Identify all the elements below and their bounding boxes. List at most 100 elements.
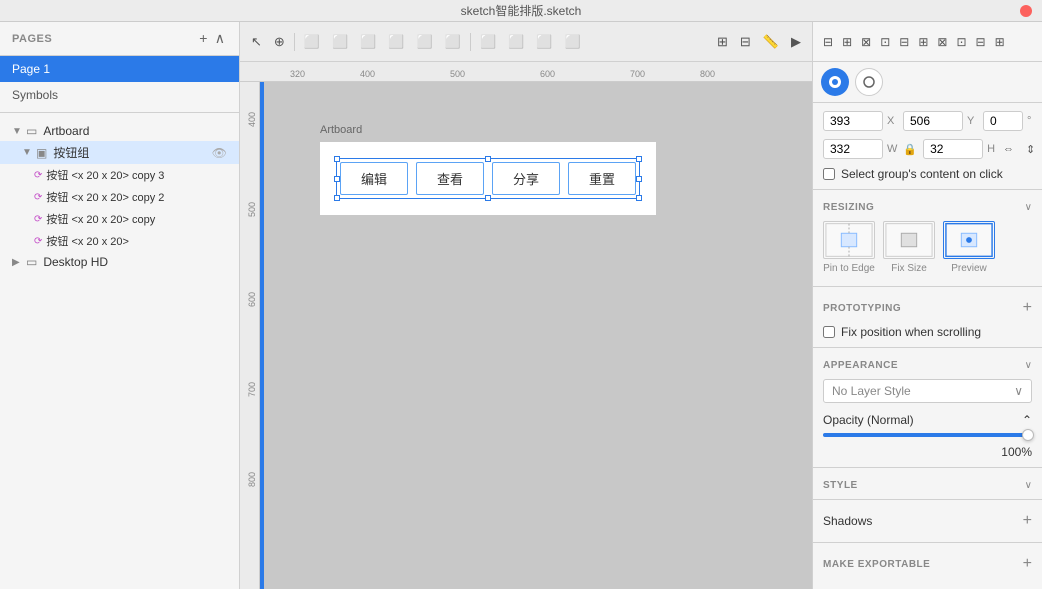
border-tab[interactable] (855, 68, 883, 96)
rp-btn-3[interactable]: ⊠ (857, 32, 875, 52)
opacity-slider-track[interactable] (823, 433, 1032, 437)
page-item-symbols[interactable]: Symbols (0, 82, 239, 108)
divider-3 (813, 347, 1042, 348)
group-icon: ▣ (36, 146, 47, 160)
rp-btn-7[interactable]: ⊠ (933, 32, 951, 52)
symbol-icon: ⟳ (34, 170, 42, 181)
layer-item-artboard[interactable]: ▼ ▭ Artboard (0, 121, 239, 141)
make-exportable-row[interactable]: MAKE EXPORTABLE + (813, 547, 1042, 581)
rp-btn-5[interactable]: ⊟ (895, 32, 913, 52)
canvas-button-share[interactable]: 分享 (492, 162, 560, 195)
pages-label: PAGES (12, 33, 52, 45)
handle-bc[interactable] (485, 195, 491, 201)
symbol-icon: ⟳ (34, 192, 42, 203)
artboard-label: Artboard (320, 124, 362, 136)
preview-label: Preview (951, 263, 987, 274)
canvas-button-reset[interactable]: 重置 (568, 162, 636, 195)
rp-btn-1[interactable]: ⊟ (819, 32, 837, 52)
layer-item-desktop-hd[interactable]: ▶ ▭ Desktop HD (0, 252, 239, 272)
ruler-button[interactable]: 📏 (758, 31, 784, 53)
insert-tool-button[interactable]: ⊕ (269, 31, 290, 53)
handle-tl[interactable] (334, 156, 340, 162)
layer-style-dropdown[interactable]: No Layer Style ∨ (823, 379, 1032, 403)
grid-button[interactable]: ⊟ (735, 31, 756, 53)
shadows-row[interactable]: Shadows + (813, 504, 1042, 538)
symbol-icon: ⟳ (34, 236, 42, 247)
lock-icon[interactable]: 🔒 (903, 143, 917, 156)
canvas-button-view[interactable]: 查看 (416, 162, 484, 195)
w-input[interactable] (823, 139, 883, 159)
appearance-chevron[interactable]: ∨ (1025, 360, 1032, 371)
resize-option-preview[interactable]: Preview (943, 221, 995, 274)
align-left-button[interactable]: ⬜ (299, 31, 325, 53)
close-button[interactable] (1020, 5, 1032, 17)
rp-btn-4[interactable]: ⊡ (876, 32, 894, 52)
canvas[interactable]: 320 400 500 600 700 800 400 500 600 700 … (240, 62, 812, 589)
handle-br[interactable] (636, 195, 642, 201)
handle-tc[interactable] (485, 156, 491, 162)
handle-tr[interactable] (636, 156, 642, 162)
align-bottom-button[interactable]: ⬜ (440, 31, 466, 53)
add-page-button[interactable]: + (197, 30, 209, 46)
prototyping-add[interactable]: + (1023, 299, 1032, 317)
layer-item-symbol-3[interactable]: ⟳ 按钮 <x 20 x 20> copy 3 (0, 164, 239, 186)
opacity-slider-thumb[interactable] (1022, 429, 1034, 441)
visibility-icon[interactable]: 👁 (212, 146, 227, 160)
toolbar-separator-2 (470, 33, 471, 51)
flip-h-button[interactable]: ⇔ (999, 140, 1018, 158)
wh-row: W 🔒 H ⇔ ⇕ (813, 135, 1042, 163)
rp-btn-9[interactable]: ⊟ (972, 32, 990, 52)
layer-item-symbol-0[interactable]: ⟳ 按钮 <x 20 x 20> (0, 230, 239, 252)
rp-btn-6[interactable]: ⊞ (914, 32, 932, 52)
align-right-button[interactable]: ⬜ (355, 31, 381, 53)
resize-option-fix[interactable]: Fix Size (883, 221, 935, 274)
flip-v-button[interactable]: ⇕ (1022, 140, 1039, 159)
handle-mr[interactable] (636, 176, 642, 182)
artboard-content: Artboard (320, 142, 656, 215)
selection-bar (260, 82, 264, 589)
opacity-stepper[interactable]: ⌃ (1022, 413, 1032, 427)
toolbar-separator (294, 33, 295, 51)
rp-btn-8[interactable]: ⊡ (952, 32, 970, 52)
shadows-title: Shadows (823, 514, 872, 528)
select-group-label: Select group's content on click (841, 167, 1003, 181)
y-input[interactable] (903, 111, 963, 131)
fix-position-checkbox[interactable] (823, 326, 835, 338)
resizing-chevron[interactable]: ∨ (1025, 202, 1032, 213)
handle-bl[interactable] (334, 195, 340, 201)
sidebar-divider (0, 112, 239, 113)
prototyping-section-header[interactable]: PROTOTYPING + (813, 291, 1042, 321)
rp-btn-10[interactable]: ⊞ (991, 32, 1009, 52)
ruler-left: 400 500 600 700 800 (240, 82, 260, 589)
resize-w-button[interactable]: ⬜ (531, 31, 557, 53)
rotation-input[interactable] (983, 111, 1023, 131)
layer-item-symbol-1[interactable]: ⟳ 按钮 <x 20 x 20> copy (0, 208, 239, 230)
canvas-button-edit[interactable]: 编辑 (340, 162, 408, 195)
zoom-button[interactable]: ⊞ (712, 31, 733, 53)
select-group-checkbox[interactable] (823, 168, 835, 180)
shadows-add-icon[interactable]: + (1023, 512, 1032, 530)
page-item-page1[interactable]: Page 1 (0, 56, 239, 82)
align-top-button[interactable]: ⬜ (383, 31, 409, 53)
layer-item-group[interactable]: ▼ ▣ 按钮组 👁 (0, 141, 239, 164)
symbol-icon: ⟳ (34, 214, 42, 225)
style-section-header: STYLE ∨ (813, 472, 1042, 495)
resize-option-pin[interactable]: Pin to Edge (823, 221, 875, 274)
select-tool-button[interactable]: ↖ (246, 31, 267, 53)
style-chevron[interactable]: ∨ (1025, 480, 1032, 491)
make-exportable-add-icon[interactable]: + (1023, 555, 1032, 573)
distribute-v-button[interactable]: ⬜ (503, 31, 529, 53)
layer-item-symbol-2[interactable]: ⟳ 按钮 <x 20 x 20> copy 2 (0, 186, 239, 208)
collapse-pages-button[interactable]: ∧ (213, 30, 227, 47)
x-input[interactable] (823, 111, 883, 131)
rp-btn-2[interactable]: ⊞ (838, 32, 856, 52)
fill-tab[interactable] (821, 68, 849, 96)
artboard-icon: ▭ (26, 255, 37, 269)
appearance-section-header: APPEARANCE ∨ (813, 352, 1042, 375)
distribute-h-button[interactable]: ⬜ (475, 31, 501, 53)
resize-h-button[interactable]: ⬜ (560, 31, 586, 53)
h-input[interactable] (923, 139, 983, 159)
preview-button[interactable]: ▶ (786, 31, 806, 53)
align-center-v-button[interactable]: ⬜ (412, 31, 438, 53)
align-center-h-button[interactable]: ⬜ (327, 31, 353, 53)
